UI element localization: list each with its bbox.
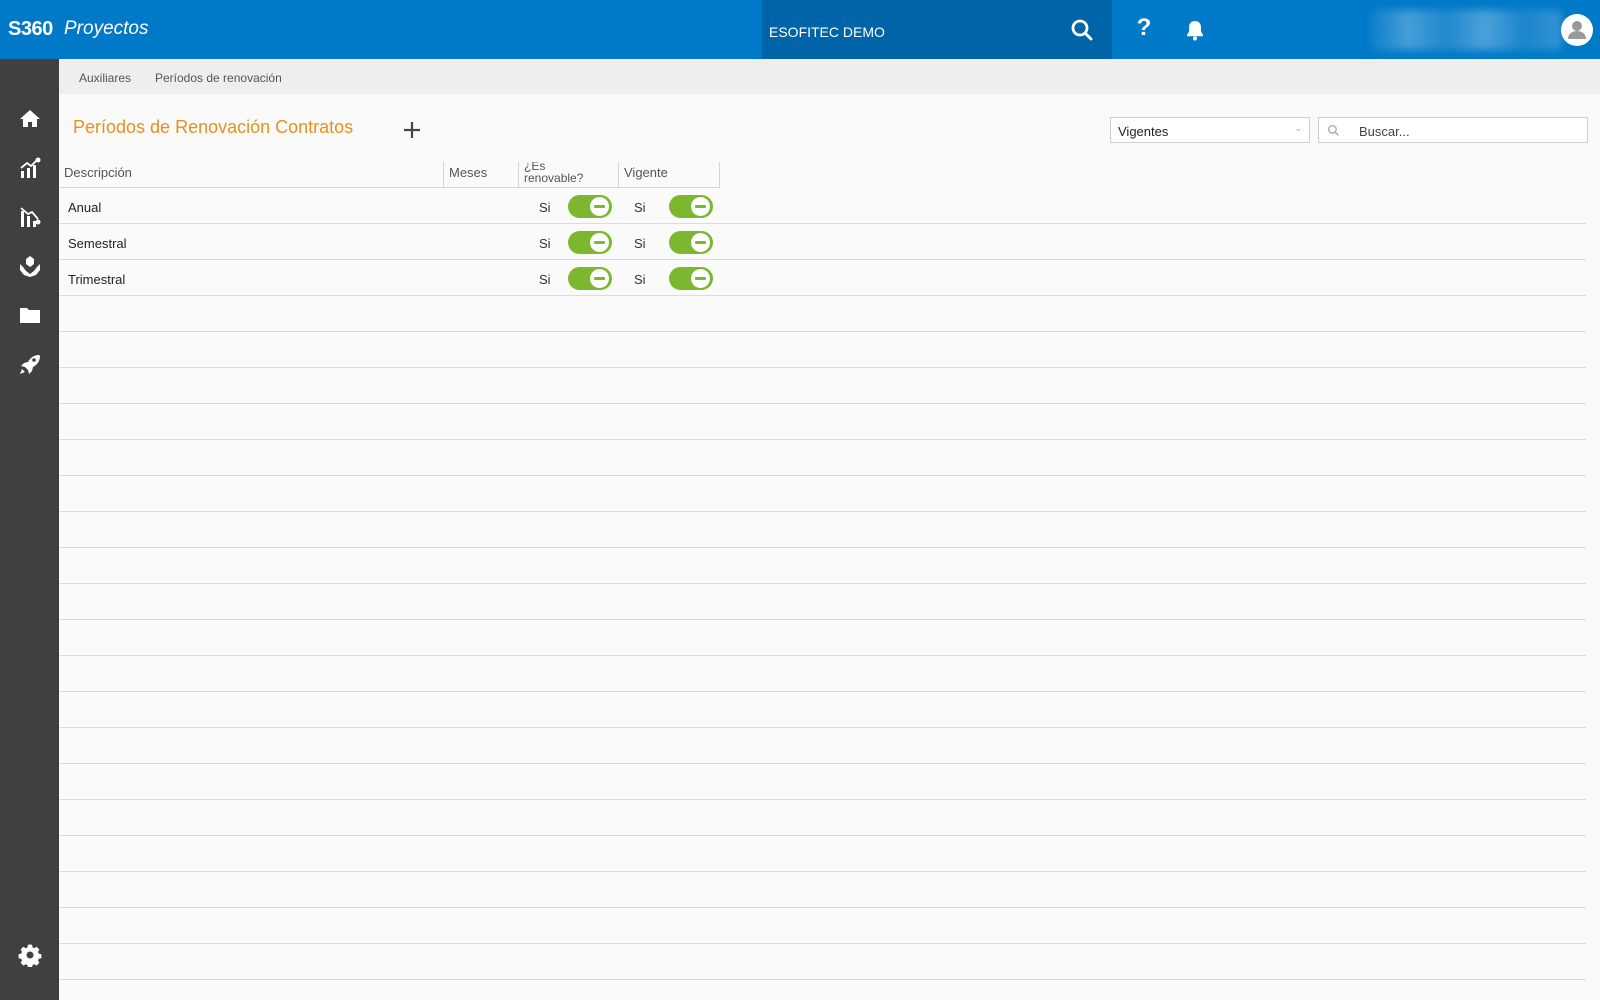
top-bar: S360 Proyectos ESOFITEC DEMO ? — [0, 0, 1600, 59]
search-box[interactable] — [1318, 117, 1588, 143]
search-input[interactable] — [1359, 122, 1579, 140]
sidebar-item-hands[interactable] — [0, 246, 59, 286]
empty-table-row — [59, 908, 1586, 944]
table-row[interactable]: Anual Si Si — [59, 188, 1586, 224]
vigente-toggle[interactable] — [669, 267, 713, 290]
table-body: Anual Si Si Semestral Si Si Trimestral S… — [59, 188, 1586, 980]
empty-table-row — [59, 404, 1586, 440]
chevron-down-icon: ⌄ — [1294, 123, 1302, 133]
renovable-toggle[interactable] — [568, 231, 612, 254]
empty-table-row — [59, 656, 1586, 692]
avatar[interactable] — [1561, 14, 1593, 46]
page-title: Períodos de Renovación Contratos — [73, 117, 354, 137]
module-name: Proyectos — [64, 18, 149, 39]
search-icon — [1327, 124, 1339, 136]
brand-logo[interactable]: S360 — [8, 18, 53, 41]
cell-renovable-text: Si — [539, 236, 551, 251]
empty-table-row — [59, 728, 1586, 764]
empty-table-row — [59, 800, 1586, 836]
sidebar-item-settings[interactable] — [0, 935, 59, 975]
cell-renovable-text: Si — [539, 272, 551, 287]
sidebar-item-growth[interactable] — [0, 148, 59, 188]
folder-icon — [19, 308, 40, 323]
column-header-vigente[interactable]: Vigente — [619, 162, 720, 188]
empty-table-row — [59, 692, 1586, 728]
empty-table-row — [59, 620, 1586, 656]
empty-table-row — [59, 584, 1586, 620]
plus-icon — [404, 122, 420, 138]
chart-decline-icon — [19, 207, 40, 227]
vigente-toggle[interactable] — [669, 195, 713, 218]
sidebar-item-rocket[interactable] — [0, 344, 59, 384]
empty-table-row — [59, 512, 1586, 548]
column-header-renovable[interactable]: ¿Es renovable? — [519, 162, 619, 188]
empty-table-row — [59, 368, 1586, 404]
home-icon — [19, 110, 40, 127]
company-name: ESOFITEC DEMO — [769, 24, 885, 40]
help-icon[interactable]: ? — [1132, 14, 1156, 44]
table-row[interactable]: Trimestral Si Si — [59, 260, 1586, 296]
breadcrumb-item-periodos[interactable]: Períodos de renovación — [155, 71, 282, 85]
sidebar-item-decline[interactable] — [0, 197, 59, 237]
user-icon — [1568, 21, 1586, 39]
empty-table-row — [59, 476, 1586, 512]
cell-renovable-text: Si — [539, 200, 551, 215]
search-icon[interactable] — [1070, 18, 1094, 42]
company-selector[interactable]: ESOFITEC DEMO — [762, 0, 1112, 59]
hands-icon — [19, 256, 40, 277]
empty-table-row — [59, 944, 1586, 980]
renovable-toggle[interactable] — [568, 267, 612, 290]
table-header: Descripción Meses ¿Es renovable? Vigente — [59, 162, 1586, 188]
sidebar — [0, 59, 59, 1000]
empty-table-row — [59, 296, 1586, 332]
rocket-icon — [19, 355, 40, 374]
add-button[interactable] — [400, 118, 424, 142]
empty-table-row — [59, 332, 1586, 368]
breadcrumb: Auxiliares Períodos de renovación — [59, 59, 1600, 94]
empty-table-row — [59, 836, 1586, 872]
renovable-toggle[interactable] — [568, 195, 612, 218]
cell-vigente-text: Si — [634, 200, 646, 215]
user-name-blurred — [1370, 10, 1562, 50]
chart-growth-icon — [19, 157, 40, 178]
empty-table-row — [59, 764, 1586, 800]
empty-table-row — [59, 440, 1586, 476]
renewal-periods-table: Descripción Meses ¿Es renovable? Vigente… — [59, 162, 1586, 980]
cell-descripcion: Trimestral — [68, 272, 126, 287]
status-filter-value: Vigentes — [1118, 124, 1169, 139]
gear-icon — [18, 944, 41, 967]
sidebar-item-folder[interactable] — [0, 295, 59, 335]
vigente-toggle[interactable] — [669, 231, 713, 254]
empty-table-row — [59, 548, 1586, 584]
cell-descripcion: Semestral — [68, 236, 127, 251]
column-header-descripcion[interactable]: Descripción — [59, 162, 444, 188]
empty-table-row — [59, 872, 1586, 908]
bell-icon[interactable] — [1183, 18, 1207, 42]
empty-rows — [59, 296, 1586, 980]
breadcrumb-item-auxiliares[interactable]: Auxiliares — [79, 71, 131, 85]
cell-vigente-text: Si — [634, 236, 646, 251]
table-row[interactable]: Semestral Si Si — [59, 224, 1586, 260]
cell-vigente-text: Si — [634, 272, 646, 287]
column-header-meses[interactable]: Meses — [444, 162, 519, 188]
sidebar-item-home[interactable] — [0, 99, 59, 139]
cell-descripcion: Anual — [68, 200, 102, 215]
status-filter-select[interactable]: Vigentes ⌄ — [1110, 117, 1310, 143]
